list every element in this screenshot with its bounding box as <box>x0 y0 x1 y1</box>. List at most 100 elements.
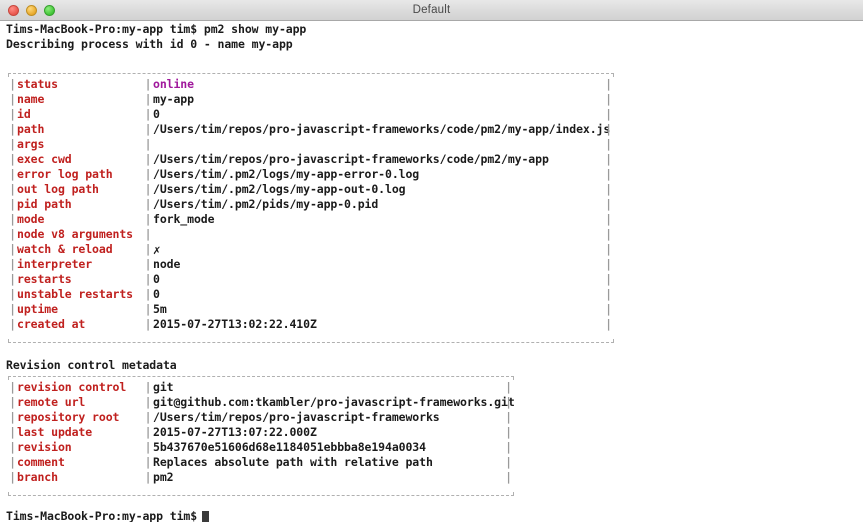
table-row: | unstable restarts | 0 | <box>8 287 612 302</box>
row-right-border: | <box>605 287 612 301</box>
row-right-border: | <box>605 257 612 271</box>
row-left-border: | <box>9 410 16 424</box>
describe-process-line: Describing process with id 0 - name my-a… <box>6 37 293 51</box>
row-right-border: | <box>605 302 612 316</box>
table-row: | repository root |/Users/tim/repos/pro-ja… <box>8 410 515 425</box>
row-column-divider: | <box>144 302 152 316</box>
terminal-output-area[interactable]: Tims-MacBook-Pro:my-app tim$ pm2 show my… <box>0 21 863 522</box>
terminal-window: Default Tims-MacBook-Pro:my-app tim$ pm2… <box>0 0 863 522</box>
table-row: | watch & reload | ✗ | <box>8 242 612 257</box>
process-field-key: pid path <box>17 197 72 211</box>
table-row: | path |/Users/tim/repos/pro-javascript-fr… <box>8 122 612 137</box>
row-left-border: | <box>9 167 16 181</box>
row-left-border: | <box>9 272 16 286</box>
row-right-border: | <box>605 212 612 226</box>
row-left-border: | <box>9 470 16 484</box>
row-right-border: | <box>605 137 612 151</box>
shell-prompt-final[interactable]: Tims-MacBook-Pro:my-app tim$ <box>6 509 210 522</box>
table-row: | node v8 arguments | | <box>8 227 612 242</box>
table-row: | id | 0 | <box>8 107 612 122</box>
revision-field-key: revision <box>17 440 72 454</box>
row-right-border: | <box>605 92 612 106</box>
row-column-divider: | <box>144 470 152 484</box>
table-row: | name | my-app | <box>8 92 612 107</box>
row-column-divider: | <box>144 197 152 211</box>
table-row: | last update | 2015-07-27T13:07:22.000Z | <box>8 425 515 440</box>
row-left-border: | <box>9 122 16 136</box>
process-rows-container: | status | online | | name | my-app | | id | 0 | | path |… <box>8 77 612 332</box>
revision-field-value: pm2 <box>153 470 174 484</box>
process-field-key: mode <box>17 212 45 226</box>
row-column-divider: | <box>144 257 152 271</box>
row-right-border: | <box>605 107 612 121</box>
row-right-border: | <box>505 395 512 409</box>
process-field-value: 0 <box>153 272 160 286</box>
row-left-border: | <box>9 455 16 469</box>
row-column-divider: | <box>144 395 152 409</box>
process-field-value: /Users/tim/repos/pro-javascript-framewor… <box>153 122 611 136</box>
row-left-border: | <box>9 395 16 409</box>
revision-rows-container: | revision control | git | | remote url | git@gi… <box>8 380 515 485</box>
process-field-key: created at <box>17 317 86 331</box>
table-row: | restarts | 0 | <box>8 272 612 287</box>
process-field-value: /Users/tim/repos/pro-javascript-framewor… <box>153 152 549 166</box>
revision-field-key: revision control <box>17 380 127 394</box>
row-column-divider: | <box>144 272 152 286</box>
row-left-border: | <box>9 242 16 256</box>
process-field-key: node v8 arguments <box>17 227 134 241</box>
row-column-divider: | <box>144 425 152 439</box>
process-field-key: unstable restarts <box>17 287 134 301</box>
process-field-key: error log path <box>17 167 113 181</box>
revision-field-value: git@github.com:tkambler/pro-javascript-f… <box>153 395 515 409</box>
process-field-value: my-app <box>153 92 194 106</box>
row-right-border: | <box>605 317 612 331</box>
process-field-key: name <box>17 92 45 106</box>
shell-prompt-command: Tims-MacBook-Pro:my-app tim$ pm2 show my… <box>6 22 307 36</box>
table-row: | status | online | <box>8 77 612 92</box>
row-left-border: | <box>9 137 16 151</box>
process-field-key: restarts <box>17 272 72 286</box>
revision-metadata-table: | revision control | git | | remote url | git@gi… <box>8 376 515 496</box>
row-column-divider: | <box>144 77 152 91</box>
revision-field-value: 5b437670e51606d68e1184051ebbba8e194a0034 <box>153 440 426 454</box>
table-row: | mode | fork_mode | <box>8 212 612 227</box>
row-left-border: | <box>9 440 16 454</box>
row-left-border: | <box>9 257 16 271</box>
row-right-border: | <box>605 77 612 91</box>
window-titlebar[interactable]: Default <box>0 0 863 21</box>
process-field-value: 2015-07-27T13:02:22.410Z <box>153 317 317 331</box>
row-left-border: | <box>9 77 16 91</box>
revision-field-value: 2015-07-27T13:07:22.000Z <box>153 425 317 439</box>
row-column-divider: | <box>144 122 152 136</box>
table-row: | created at | 2015-07-27T13:02:22.410Z | <box>8 317 612 332</box>
row-column-divider: | <box>144 440 152 454</box>
revision-field-key: comment <box>17 455 65 469</box>
process-field-value: node <box>153 257 181 271</box>
table-row: | exec cwd |/Users/tim/repos/pro-javascrip… <box>8 152 612 167</box>
row-right-border: | <box>605 152 612 166</box>
row-left-border: | <box>9 425 16 439</box>
text-cursor <box>202 510 210 522</box>
revision-field-value: /Users/tim/repos/pro-javascript-framewor… <box>153 410 440 424</box>
process-field-value: ✗ <box>153 242 161 257</box>
revision-field-key: repository root <box>17 410 120 424</box>
process-field-key: interpreter <box>17 257 93 271</box>
row-right-border: | <box>605 182 612 196</box>
shell-prompt-final-text: Tims-MacBook-Pro:my-app tim$ <box>6 509 198 522</box>
row-column-divider: | <box>144 242 152 256</box>
process-field-value: /Users/tim/.pm2/pids/my-app-0.pid <box>153 197 379 211</box>
table-row: | error log path |/Users/tim/.pm2/logs/my-… <box>8 167 612 182</box>
process-field-key: id <box>17 107 31 121</box>
row-right-border: | <box>605 242 612 256</box>
process-details-table: | status | online | | name | my-app | | id | 0 | | path |… <box>8 73 614 343</box>
row-column-divider: | <box>144 227 152 241</box>
row-column-divider: | <box>144 182 152 196</box>
table-row: | pid path |/Users/tim/.pm2/pids/my-app-0.… <box>8 197 612 212</box>
process-field-key: out log path <box>17 182 99 196</box>
process-field-key: args <box>17 137 45 151</box>
table-row: | remote url | git@github.com:tkambler/pro-… <box>8 395 515 410</box>
revision-metadata-heading: Revision control metadata <box>6 358 177 372</box>
revision-field-key: remote url <box>17 395 86 409</box>
row-left-border: | <box>9 197 16 211</box>
row-left-border: | <box>9 182 16 196</box>
